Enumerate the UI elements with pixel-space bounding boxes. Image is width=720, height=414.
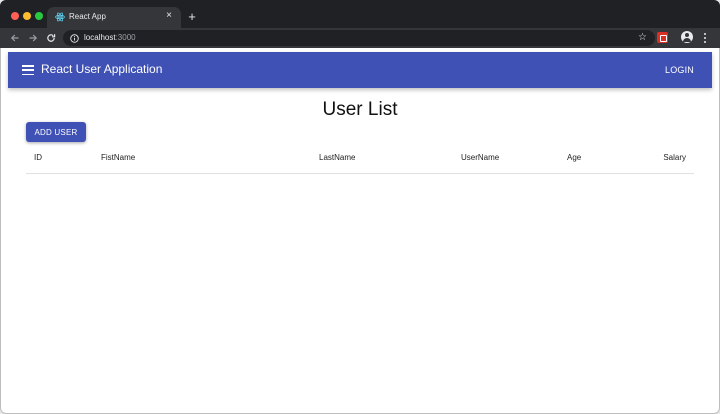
hamburger-menu-icon[interactable] <box>22 65 34 75</box>
column-header-id: ID <box>34 153 42 162</box>
user-table: ID FistName LastName UserName Age Salary <box>26 146 694 174</box>
browser-window: React App × + localhost:3000 ☆ React Use… <box>0 0 720 414</box>
address-bar[interactable]: localhost:3000 ☆ <box>63 30 655 46</box>
star-icon[interactable]: ☆ <box>637 32 648 43</box>
url-port: :3000 <box>115 33 136 42</box>
browser-toolbar: localhost:3000 ☆ <box>0 28 720 48</box>
column-header-lastname: LastName <box>319 153 356 162</box>
arrow-right-icon[interactable] <box>26 31 40 45</box>
new-tab-icon[interactable]: + <box>186 10 198 23</box>
url-text: localhost:3000 <box>84 33 136 42</box>
login-button[interactable]: LOGIN <box>657 60 702 80</box>
add-user-button[interactable]: ADD USER <box>26 122 86 142</box>
extension-icon[interactable] <box>657 32 668 43</box>
column-header-firstname: FistName <box>101 153 136 162</box>
app-bar: React User Application LOGIN <box>8 52 712 88</box>
column-header-salary: Salary <box>663 153 686 162</box>
react-logo-icon <box>55 12 65 22</box>
page-viewport: React User Application LOGIN User List A… <box>8 48 712 410</box>
tab-title: React App <box>69 12 106 21</box>
column-header-age: Age <box>567 153 582 162</box>
close-window-button[interactable] <box>11 12 19 20</box>
page-title: User List <box>322 99 398 120</box>
close-icon[interactable]: × <box>163 10 175 22</box>
arrow-left-icon[interactable] <box>8 31 22 45</box>
info-icon[interactable] <box>69 33 79 43</box>
maximize-window-button[interactable] <box>35 12 43 20</box>
url-host: localhost <box>84 33 116 42</box>
tab-strip: React App × + <box>0 0 720 28</box>
kebab-menu-icon[interactable] <box>701 31 709 45</box>
tab-react-app[interactable]: React App × <box>47 7 181 28</box>
minimize-window-button[interactable] <box>23 12 31 20</box>
column-header-username: UserName <box>461 153 500 162</box>
app-title: React User Application <box>41 62 163 76</box>
reload-icon[interactable] <box>44 31 58 45</box>
profile-icon[interactable] <box>681 31 693 43</box>
